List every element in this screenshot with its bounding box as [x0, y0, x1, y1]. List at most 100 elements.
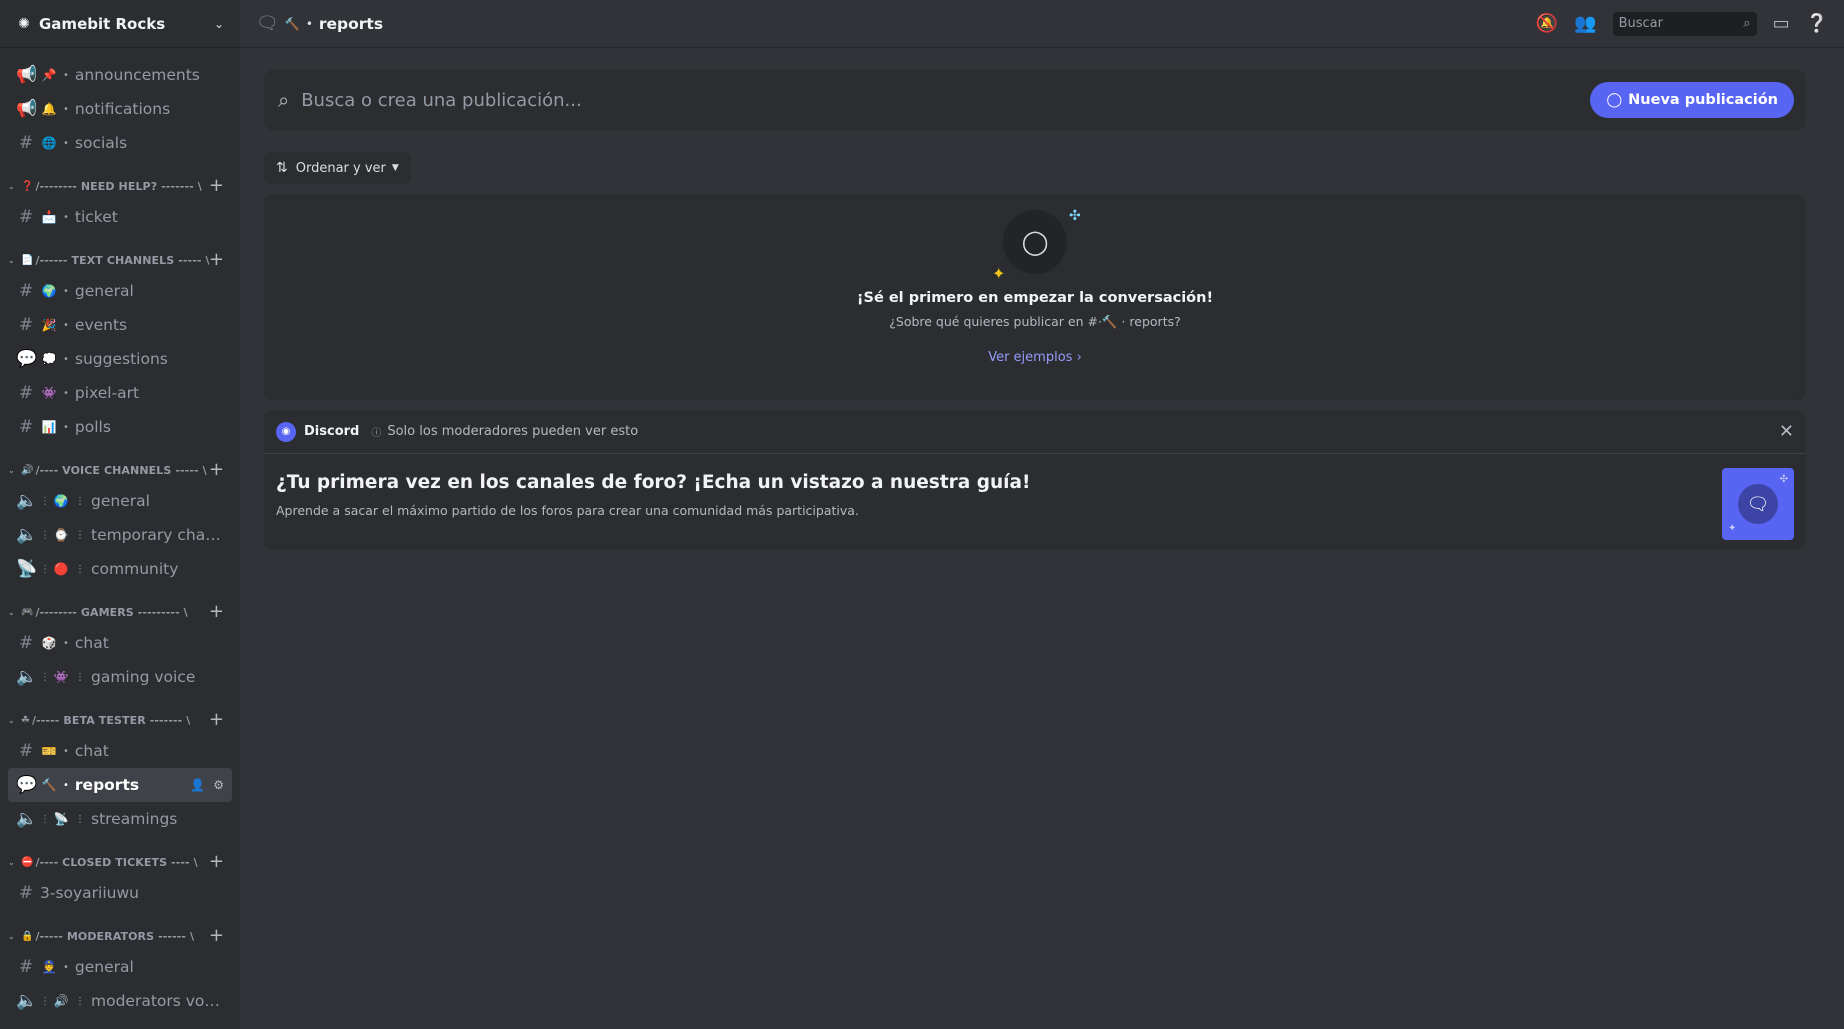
channel-item[interactable]: 📢 🔔 • notifications [8, 92, 232, 126]
channel-name: general [74, 958, 134, 976]
inbox-icon[interactable]: ▭ [1773, 13, 1790, 34]
see-examples-link[interactable]: Ver ejemplos › [988, 350, 1082, 365]
notice-title: ¿Tu primera vez en los canales de foro? … [276, 472, 1031, 493]
channel-emoji: 👾 [41, 386, 57, 400]
invite-icon[interactable]: 👤 [190, 778, 205, 792]
channel-name: ticket [74, 208, 118, 226]
new-post-button[interactable]: ◯ Nueva publicación [1590, 82, 1794, 118]
channel-item[interactable]: 🔈 ⋮ 👾 ⋮ gaming voice [8, 660, 232, 694]
channel-item[interactable]: 🔈 ⋮ 🔊 ⋮ moderators voice [8, 984, 232, 1018]
notice-sender: Discord [304, 424, 360, 439]
member-list-icon[interactable]: 👥 [1574, 13, 1596, 34]
channel-item[interactable]: # 👾 • pixel-art [8, 376, 232, 410]
channel-name: pixel-art [74, 384, 140, 402]
channel-item[interactable]: # 🎲 • chat [8, 626, 232, 660]
channel-emoji: 🎫 [41, 744, 57, 758]
chevron-down-icon[interactable]: ⌄ [214, 17, 224, 31]
close-icon[interactable]: ✕ [1779, 421, 1794, 442]
add-channel-icon[interactable]: + [209, 251, 224, 269]
channel-category[interactable]: ⌄ ❓/-------- NEED HELP? ------- \ + [8, 160, 232, 200]
channel-emoji: 🔊 [53, 994, 69, 1008]
chevron-down-icon: ▼ [391, 163, 399, 173]
channel-separator: • [63, 387, 69, 399]
channel-name: socials [74, 134, 128, 152]
voice-prefix: ⋮ [40, 995, 50, 1007]
channel-item[interactable]: 💬 💭 • suggestions [8, 342, 232, 376]
category-emoji: 🔊 [21, 464, 34, 476]
channel-sidebar: ✺ Gamebit Rocks ⌄ 📢 📌 • announcements 📢 🔔 • not… [0, 0, 240, 1029]
sparkle-icon: ✦ [1728, 523, 1737, 534]
search-input[interactable]: Buscar ⌕ [1612, 11, 1757, 36]
category-emoji: 📄 [21, 254, 34, 266]
sort-label: Ordenar y ver [295, 160, 386, 176]
channel-category[interactable]: ⌄ ☘/----- BETA TESTER ------- \ + [8, 694, 232, 734]
sort-view-button[interactable]: ⇅ Ordenar y ver ▼ [264, 152, 411, 184]
text-channel-icon: # [18, 133, 34, 153]
channel-category[interactable]: ⌄ ⛔/---- CLOSED TICKETS ---- \ + [8, 836, 232, 876]
add-channel-icon[interactable]: + [209, 461, 224, 479]
channel-name: polls [74, 418, 111, 436]
channel-item[interactable]: # 📩 • ticket [8, 200, 232, 234]
discord-logo-icon: ◉ [276, 421, 296, 442]
channel-name: chat [74, 634, 109, 652]
text-channel-icon: # [18, 957, 34, 977]
category-name: /------ TEXT CHANNELS ----- \ [35, 253, 209, 267]
channel-separator: • [63, 961, 69, 973]
mute-notifications-icon[interactable]: 🔕 [1536, 13, 1558, 34]
channel-separator: ⋮ [75, 813, 85, 825]
gear-icon[interactable]: ⚙ [213, 778, 224, 792]
server-header[interactable]: ✺ Gamebit Rocks ⌄ [0, 0, 240, 48]
channel-item[interactable]: 🔈 ⋮ 📡 ⋮ streamings [8, 802, 232, 836]
channel-item[interactable]: 🔈 ⋮ 🌍 ⋮ general [8, 484, 232, 518]
channel-category[interactable]: ⌄ 📄/------ TEXT CHANNELS ----- \ + [8, 234, 232, 274]
channel-category[interactable]: ⌄ 🔊/---- VOICE CHANNELS ----- \ + [8, 444, 232, 484]
channel-item[interactable]: 🔈 ⋮ ⌚ ⋮ temporary chan... [8, 518, 232, 552]
chevron-down-icon: ⌄ [8, 857, 15, 867]
voice-prefix: ⋮ [40, 529, 50, 541]
category-name: /---- CLOSED TICKETS ---- \ [35, 855, 198, 869]
add-channel-icon[interactable]: + [209, 177, 224, 195]
add-channel-icon[interactable]: + [209, 603, 224, 621]
channel-item[interactable]: # 🎉 • events [8, 308, 232, 342]
channel-item[interactable]: 📢 📌 • announcements [8, 58, 232, 92]
notice-visibility: Solo los moderadores pueden ver esto [387, 424, 639, 439]
channel-separator: • [63, 285, 69, 297]
channel-emoji: 🎲 [41, 636, 57, 650]
channel-name: temporary chan... [91, 526, 224, 544]
channel-separator: • [63, 779, 69, 791]
help-icon[interactable]: ❔ [1806, 13, 1828, 34]
search-placeholder: Buscar [1618, 16, 1663, 31]
channel-separator: ⋮ [75, 495, 85, 507]
chevron-down-icon: ⌄ [8, 931, 15, 941]
channel-item[interactable]: # 🌍 • general [8, 274, 232, 308]
forum-search-bar[interactable]: ⌕ Busca o crea una publicación... ◯ Nuev… [264, 70, 1806, 130]
forum-search-placeholder[interactable]: Busca o crea una publicación... [301, 90, 1590, 111]
notice-body[interactable]: ¿Tu primera vez en los canales de foro? … [264, 454, 1806, 536]
add-channel-icon[interactable]: + [209, 711, 224, 729]
channel-item[interactable]: # 👮 • general [8, 950, 232, 984]
channel-item[interactable]: 📡 ⋮ 🔴 ⋮ community [8, 552, 232, 586]
channel-item[interactable]: 💬 🔨 • reports 👤 ⚙ [8, 768, 232, 802]
add-channel-icon[interactable]: + [209, 853, 224, 871]
empty-state-subtitle: ¿Sobre qué quieres publicar en #·🔨 · rep… [889, 314, 1181, 329]
channel-separator: ⋮ [75, 529, 85, 541]
channel-item[interactable]: # 🌐 • socials [8, 126, 232, 160]
channel-separator: ⋮ [75, 995, 85, 1007]
channel-separator: ⋮ [75, 671, 85, 683]
channel-category[interactable]: ⌄ 🔒/----- MODERATORS ------ \ + [8, 910, 232, 950]
text-channel-icon: # [18, 883, 34, 903]
text-channel-icon: # [18, 633, 34, 653]
channel-item[interactable]: # 🎫 • chat [8, 734, 232, 768]
channel-emoji: ⌚ [53, 528, 69, 542]
channel-item[interactable]: # 📊 • polls [8, 410, 232, 444]
add-channel-icon[interactable]: + [209, 927, 224, 945]
channel-item[interactable]: #3-soyariiuwu [8, 876, 232, 910]
channel-emoji: 🎉 [41, 318, 57, 332]
channel-category[interactable]: ⌄ 🎮/-------- GAMERS --------- \ + [8, 586, 232, 626]
text-channel-icon: # [18, 207, 34, 227]
voice-channel-icon: 🔈 [16, 667, 38, 687]
channel-actions: 👤 ⚙ [190, 778, 224, 792]
text-channel-icon: # [18, 417, 34, 437]
forum-content: ⌕ Busca o crea una publicación... ◯ Nuev… [240, 48, 1844, 550]
channel-emoji: 👮 [41, 960, 57, 974]
